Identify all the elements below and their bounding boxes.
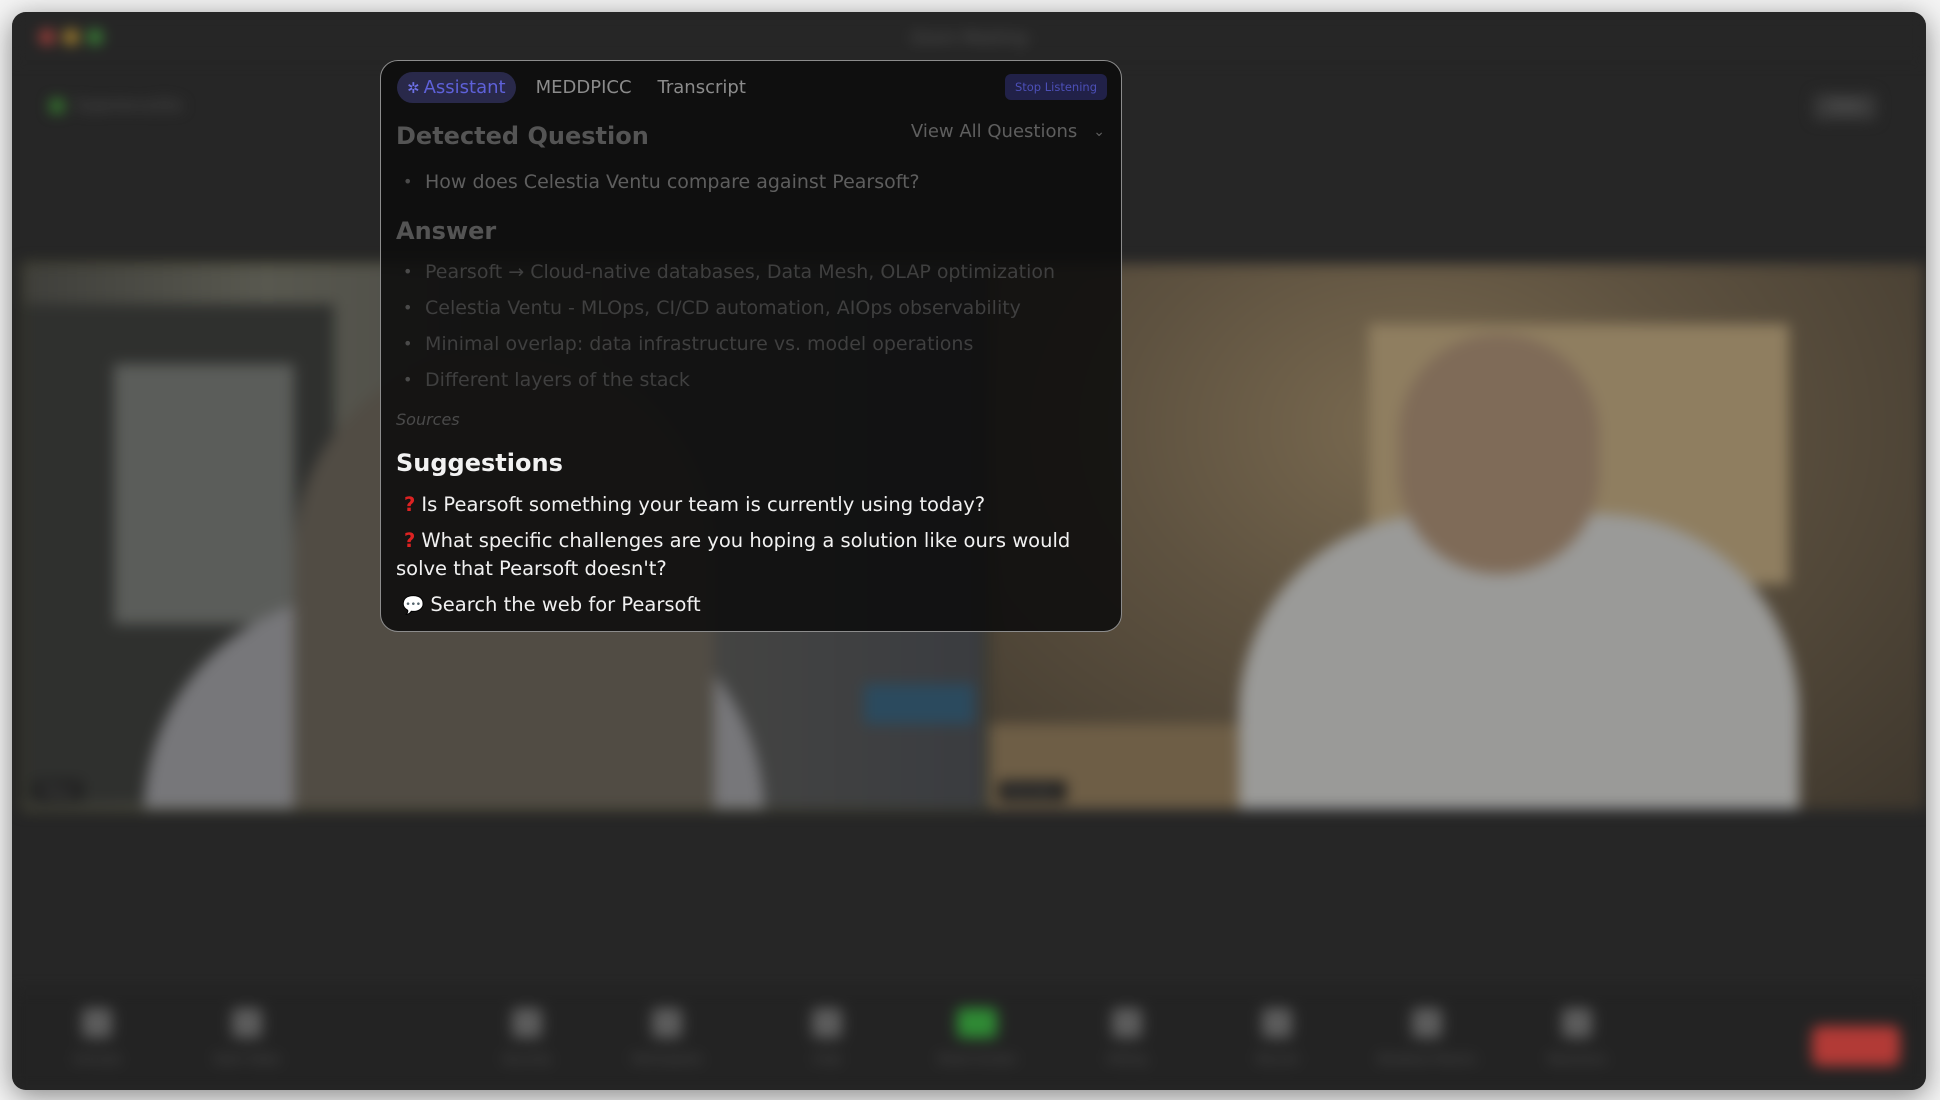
chat-button[interactable]: Chat <box>772 1008 882 1066</box>
answer-item: Pearsoft → Cloud-native databases, Data … <box>403 254 1055 290</box>
suggestion-item[interactable]: ? What specific challenges are you hoping… <box>396 527 1096 583</box>
speech-bubble-icon: 💬 <box>402 595 425 616</box>
polling-button[interactable]: Polling <box>1072 1008 1182 1066</box>
share-screen-icon <box>957 1008 997 1038</box>
chevron-down-icon: ⌄ <box>1093 123 1105 140</box>
assistant-tabs: ✲ Assistant MEDDPICC Transcript <box>397 72 772 103</box>
reactions-button[interactable]: Reactions <box>1522 1008 1632 1066</box>
toolbar-label: Breakout Rooms <box>1377 1052 1477 1066</box>
meeting-toolbar: Unmute Start Video Security Participants… <box>12 990 1926 1090</box>
stop-listening-button[interactable]: Stop Listening <box>1004 74 1107 100</box>
answer-list: Pearsoft → Cloud-native databases, Data … <box>403 254 1055 398</box>
answer-item: Minimal overlap: data infrastructure vs.… <box>403 326 1055 362</box>
toolbar-label: Participants <box>631 1052 703 1066</box>
video-tile-right[interactable]: Brandon <box>987 262 1926 811</box>
suggestions-heading: Suggestions <box>396 449 563 477</box>
sparkle-icon: ✲ <box>407 78 420 97</box>
question-mark-icon: ? <box>404 529 416 552</box>
view-all-questions-dropdown[interactable]: View All Questions ⌄ <box>911 121 1105 142</box>
detected-question-item: How does Celestia Ventu compare against … <box>403 164 920 200</box>
detected-question-list: How does Celestia Ventu compare against … <box>403 164 920 200</box>
suggestion-text: Search the web for Pearsoft <box>430 593 701 616</box>
tab-meddpicc[interactable]: MEDDPICC <box>536 77 632 98</box>
meeting-status-text: Experience2Go <box>76 98 183 114</box>
suggestion-text: Is Pearsoft something your team is curre… <box>421 493 986 516</box>
breakout-rooms-button[interactable]: Breakout Rooms <box>1372 1008 1482 1066</box>
sources-link[interactable]: Sources <box>396 410 460 429</box>
microphone-icon <box>82 1008 112 1038</box>
answer-item: Celestia Ventu - MLOps, CI/CD automation… <box>403 290 1055 326</box>
toolbar-label: Reactions <box>1547 1052 1607 1066</box>
toolbar-label: Record <box>1256 1052 1298 1066</box>
toolbar-label: Unmute <box>73 1052 121 1066</box>
tab-assistant[interactable]: ✲ Assistant <box>397 72 516 103</box>
answer-item: Different layers of the stack <box>403 362 1055 398</box>
poll-icon <box>1112 1008 1142 1038</box>
toolbar-label: Start Video <box>213 1052 281 1066</box>
toolbar-label: Polling <box>1107 1052 1147 1066</box>
share-screen-button[interactable]: Share Screen <box>922 1008 1032 1066</box>
start-video-button[interactable]: Start Video <box>192 1008 302 1066</box>
suggestion-item[interactable]: ? Is Pearsoft something your team is curr… <box>396 491 1096 519</box>
participants-button[interactable]: Participants <box>612 1008 722 1066</box>
detected-question-heading: Detected Question <box>396 122 649 150</box>
participant-name-tag: Maya <box>34 781 83 801</box>
video-camera-icon <box>232 1008 262 1038</box>
tab-transcript[interactable]: Transcript <box>658 77 746 98</box>
grid-icon <box>1412 1008 1442 1038</box>
record-button[interactable]: Record <box>1222 1008 1332 1066</box>
suggestion-item[interactable]: 💬 Search the web for Pearsoft <box>396 591 1096 620</box>
emoji-icon <box>1562 1008 1592 1038</box>
video-shelf-detail <box>114 364 294 624</box>
suggestions-list: ? Is Pearsoft something your team is curr… <box>396 491 1096 628</box>
meeting-status[interactable]: Experience2Go <box>50 98 182 114</box>
chat-icon <box>812 1008 842 1038</box>
window-title: Zoom Meeting <box>911 28 1027 47</box>
video-monitor <box>864 684 974 724</box>
people-icon <box>652 1008 682 1038</box>
shield-icon <box>512 1008 542 1038</box>
answer-heading: Answer <box>396 217 497 245</box>
security-button[interactable]: Security <box>472 1008 582 1066</box>
suggestion-text: What specific challenges are you hoping … <box>396 529 1071 580</box>
unmute-button[interactable]: Unmute <box>42 1008 152 1066</box>
record-icon <box>1262 1008 1292 1038</box>
toolbar-label: Chat <box>812 1052 842 1066</box>
toolbar-label: Security <box>502 1052 552 1066</box>
end-meeting-button[interactable] <box>1812 1026 1900 1066</box>
shield-icon <box>50 99 64 113</box>
title-bar: Zoom Meeting <box>12 12 1926 60</box>
view-button[interactable]: View <box>1814 94 1876 120</box>
toolbar-label: Share Screen <box>937 1052 1017 1066</box>
view-all-questions-label: View All Questions <box>910 121 1078 142</box>
participant-name-tag: Brandon <box>999 781 1066 801</box>
question-mark-icon: ? <box>404 493 416 516</box>
assistant-panel: ✲ Assistant MEDDPICC Transcript Stop Lis… <box>380 60 1122 632</box>
tab-assistant-label: Assistant <box>423 77 506 98</box>
video-person-head <box>1399 334 1599 574</box>
